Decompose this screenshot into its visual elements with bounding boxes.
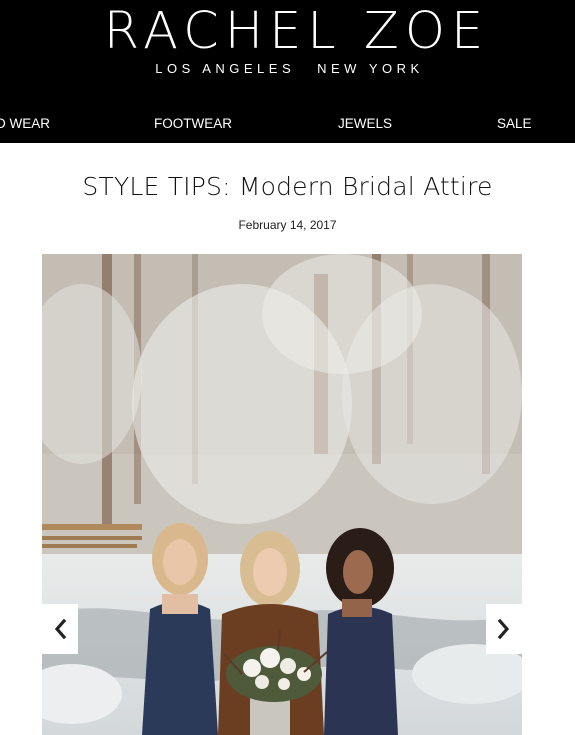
carousel-prev-button[interactable] bbox=[42, 604, 78, 654]
site-header: RACHEL ZOE LOS ANGELES NEW YORK D WEAR FO… bbox=[0, 0, 575, 143]
bridal-photo-illustration bbox=[42, 254, 522, 735]
tagline-city-la: LOS ANGELES bbox=[155, 61, 296, 76]
article-date: February 14, 2017 bbox=[238, 218, 337, 232]
tagline-city-ny: NEW YORK bbox=[317, 61, 424, 76]
chevron-right-icon bbox=[497, 619, 510, 639]
nav-item-jewels[interactable]: JEWELS bbox=[338, 116, 392, 131]
nav-item-sale[interactable]: SALE bbox=[497, 116, 532, 131]
site-logo[interactable]: RACHEL ZOE bbox=[0, 4, 575, 60]
article-title: STYLE TIPS: Modern Bridal Attire bbox=[82, 172, 493, 201]
chevron-left-icon bbox=[54, 619, 67, 639]
main-nav: D WEAR FOOTWEAR JEWELS SALE bbox=[0, 116, 575, 134]
nav-item-footwear[interactable]: FOOTWEAR bbox=[154, 116, 232, 131]
carousel-next-button[interactable] bbox=[486, 604, 522, 654]
nav-item-ready-to-wear[interactable]: D WEAR bbox=[0, 116, 50, 131]
site-tagline: LOS ANGELES NEW YORK bbox=[0, 61, 575, 76]
carousel-image[interactable] bbox=[42, 254, 522, 735]
